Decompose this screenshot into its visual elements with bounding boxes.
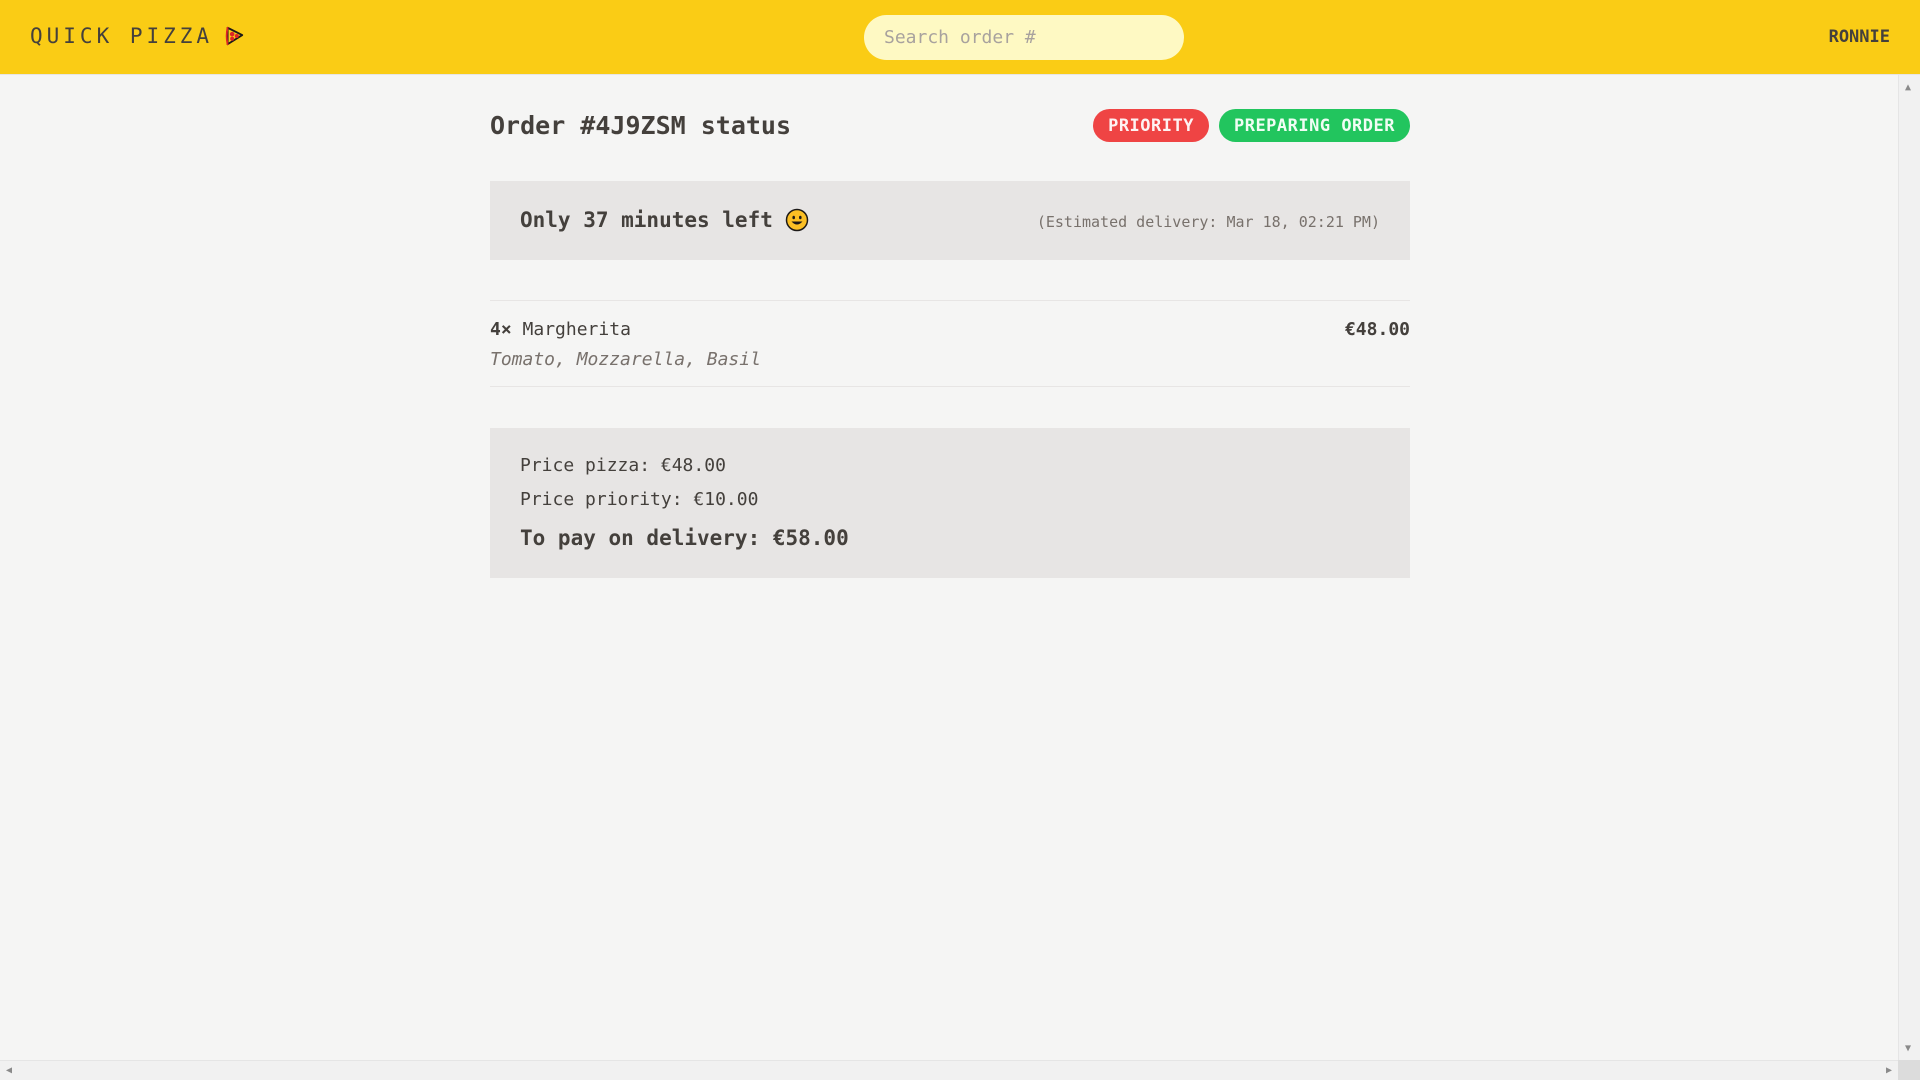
item-ingredients: Tomato, Mozzarella, Basil: [490, 349, 761, 370]
estimated-delivery: (Estimated delivery: Mar 18, 02:21 PM): [1036, 213, 1380, 231]
item-price: €48.00: [1344, 319, 1410, 340]
item-name: Margherita: [522, 319, 631, 340]
time-left: Only 37 minutes left: [520, 208, 809, 232]
scroll-down-arrow-icon[interactable]: ▼: [1905, 1044, 1911, 1054]
price-priority: Price priority: €10.00: [520, 489, 759, 510]
status-badge: PREPARING ORDER: [1218, 109, 1410, 142]
price-pizza: Price pizza: €48.00: [520, 455, 726, 476]
order-title-row: Order #4J9ZSM status PRIORITY PREPARING …: [490, 109, 1410, 145]
total-to-pay: To pay on delivery: €58.00: [520, 526, 849, 550]
item-name-line: 4× Margherita: [490, 319, 631, 340]
logo-text: QUICK PIZZA: [30, 24, 214, 48]
horizontal-scrollbar[interactable]: ◀ ▶: [0, 1060, 1898, 1080]
price-summary: Price pizza: €48.00 Price priority: €10.…: [490, 428, 1410, 578]
scroll-up-arrow-icon[interactable]: ▲: [1905, 83, 1911, 93]
logo-link[interactable]: QUICK PIZZA: [30, 24, 245, 48]
pizza-slice-icon: [223, 25, 245, 47]
search-order-input[interactable]: [864, 15, 1184, 60]
scroll-right-arrow-icon[interactable]: ▶: [1886, 1066, 1892, 1076]
scrollbar-corner: [1898, 1060, 1920, 1080]
order-items-list: 4× Margherita €48.00 Tomato, Mozzarella,…: [490, 300, 1410, 387]
priority-badge: PRIORITY: [1093, 109, 1209, 142]
vertical-scrollbar[interactable]: ▲ ▼: [1898, 75, 1920, 1060]
app-header: QUICK PIZZA RONNIE: [0, 0, 1920, 75]
scroll-left-arrow-icon[interactable]: ◀: [6, 1066, 12, 1076]
smile-emoji-icon: [785, 208, 809, 232]
status-badges: PRIORITY PREPARING ORDER: [1093, 109, 1410, 142]
username: RONNIE: [1828, 27, 1890, 47]
page-title: Order #4J9ZSM status: [490, 111, 792, 140]
time-left-text: Only 37 minutes left: [520, 208, 773, 232]
item-quantity: 4×: [490, 319, 512, 340]
delivery-countdown: Only 37 minutes left (Estimated delivery…: [490, 181, 1410, 260]
